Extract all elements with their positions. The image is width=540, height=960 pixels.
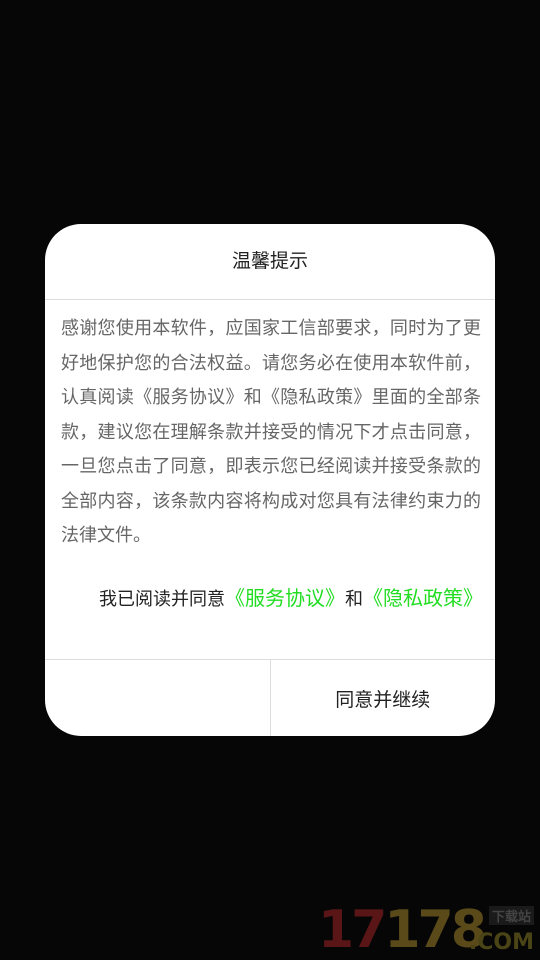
dialog-footer: 同意并继续: [45, 659, 495, 736]
agreement-prefix: 我已阅读并同意: [99, 589, 225, 610]
watermark-tag: 下载站: [488, 906, 534, 925]
watermark-number: 17178: [318, 900, 487, 960]
decline-button[interactable]: [45, 660, 271, 736]
dialog-body-text: 感谢您使用本软件，应国家工信部要求，同时为了更好地保护您的合法权益。请您务必在使…: [61, 318, 481, 546]
screen-background: 温馨提示 感谢您使用本软件，应国家工信部要求，同时为了更好地保护您的合法权益。请…: [0, 0, 540, 960]
site-watermark-logo: 17178 下载站 .COM: [318, 900, 540, 960]
notice-dialog: 温馨提示 感谢您使用本软件，应国家工信部要求，同时为了更好地保护您的合法权益。请…: [45, 224, 495, 736]
agree-continue-button[interactable]: 同意并继续: [271, 660, 496, 736]
agreement-line: 我已阅读并同意《服务协议》和《隐私政策》: [45, 580, 495, 634]
privacy-policy-link[interactable]: 《隐私政策》: [363, 586, 483, 610]
agreement-conjunction: 和: [345, 589, 363, 610]
watermark-domain: .COM: [468, 930, 534, 955]
dialog-title: 温馨提示: [45, 224, 495, 300]
service-agreement-link[interactable]: 《服务协议》: [225, 586, 345, 610]
